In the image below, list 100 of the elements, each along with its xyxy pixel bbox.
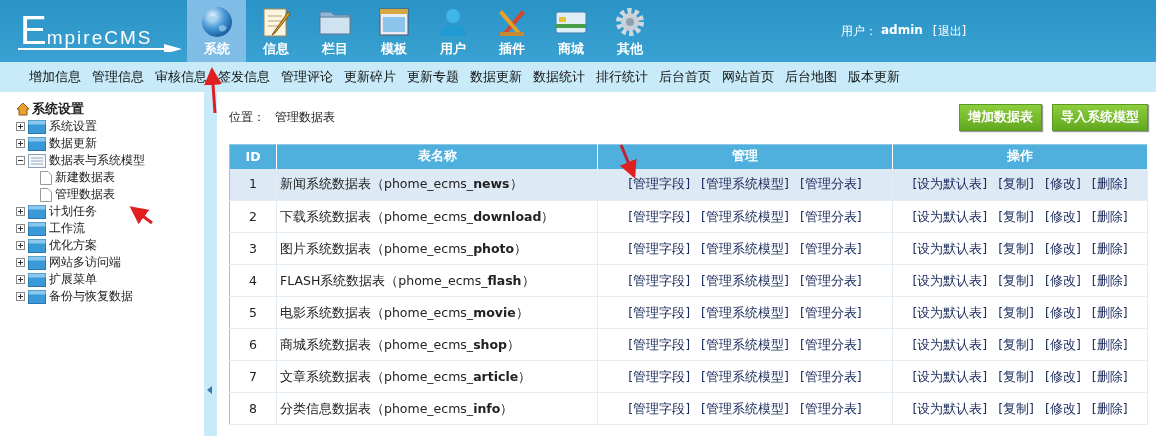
action-link[interactable]: [复制] <box>998 272 1034 289</box>
manage-link[interactable]: [管理字段] <box>628 176 691 193</box>
expand-icon[interactable] <box>16 275 25 284</box>
expand-icon[interactable] <box>16 139 25 148</box>
action-link[interactable]: [复制] <box>998 208 1034 225</box>
menu-link[interactable]: 后台地图 <box>785 68 845 86</box>
expand-icon[interactable] <box>16 258 25 267</box>
menu-link[interactable]: 数据更新 <box>470 68 530 86</box>
manage-link[interactable]: [管理字段] <box>628 272 691 289</box>
action-link[interactable]: [删除] <box>1091 304 1128 321</box>
action-link[interactable]: [复制] <box>998 176 1034 193</box>
table-row[interactable]: 6 商城系统数据表（phome_ecms_shop） [管理字段] [管理系统模型] [管理分表] [设为默认表] [复制] [修改] [删除] <box>229 328 1148 361</box>
table-row[interactable]: 2 下载系统数据表（phome_ecms_download） [管理字段] [管理系统模型] [管理分表] [设为默认表] [复制] [修改] [删除] <box>229 200 1148 233</box>
action-link[interactable]: [修改] <box>1045 368 1081 385</box>
table-row[interactable]: 8 分类信息数据表（phome_ecms_info） [管理字段] [管理系统模型] [管理分表] [设为默认表] [复制] [修改] [删除] <box>229 392 1148 425</box>
action-link[interactable]: [设为默认表] <box>912 368 988 385</box>
manage-link[interactable]: [管理分表] <box>799 272 862 289</box>
tree-item[interactable]: 数据更新 <box>49 135 97 152</box>
action-link[interactable]: [删除] <box>1091 240 1128 257</box>
manage-link[interactable]: [管理系统模型] <box>701 304 789 321</box>
action-link[interactable]: [删除] <box>1091 272 1128 289</box>
menu-link[interactable]: 数据统计 <box>533 68 593 86</box>
action-link[interactable]: [设为默认表] <box>912 272 988 289</box>
action-link[interactable]: [修改] <box>1045 176 1081 193</box>
action-link[interactable]: [设为默认表] <box>912 208 988 225</box>
action-link[interactable]: [设为默认表] <box>912 304 988 321</box>
manage-link[interactable]: [管理字段] <box>628 336 691 353</box>
expand-icon[interactable] <box>16 241 25 250</box>
manage-link[interactable]: [管理系统模型] <box>701 336 789 353</box>
menu-link[interactable]: 增加信息 <box>29 68 89 86</box>
collapse-arrow-icon[interactable] <box>207 386 214 394</box>
manage-link[interactable]: [管理分表] <box>799 368 862 385</box>
action-link[interactable]: [删除] <box>1091 176 1128 193</box>
manage-link[interactable]: [管理分表] <box>799 400 862 417</box>
tree-item[interactable]: 优化方案 <box>49 237 97 254</box>
menu-link[interactable]: 版本更新 <box>848 68 908 86</box>
action-link[interactable]: [删除] <box>1091 400 1128 417</box>
manage-link[interactable]: [管理系统模型] <box>701 240 789 257</box>
manage-link[interactable]: [管理分表] <box>799 240 862 257</box>
manage-link[interactable]: [管理字段] <box>628 240 691 257</box>
menu-link[interactable]: 审核信息 <box>155 68 215 86</box>
manage-link[interactable]: [管理分表] <box>799 336 862 353</box>
manage-link[interactable]: [管理字段] <box>628 304 691 321</box>
action-link[interactable]: [修改] <box>1045 208 1081 225</box>
action-link[interactable]: [设为默认表] <box>912 336 988 353</box>
action-link[interactable]: [复制] <box>998 304 1034 321</box>
manage-link[interactable]: [管理系统模型] <box>701 208 789 225</box>
action-link[interactable]: [设为默认表] <box>912 240 988 257</box>
action-link[interactable]: [删除] <box>1091 368 1128 385</box>
tree-item[interactable]: 网站多访问端 <box>49 254 121 271</box>
action-link[interactable]: [复制] <box>998 368 1034 385</box>
action-link[interactable]: [修改] <box>1045 336 1081 353</box>
expand-icon[interactable] <box>16 224 25 233</box>
menu-link[interactable]: 更新专题 <box>407 68 467 86</box>
expand-icon[interactable] <box>16 292 25 301</box>
menu-link[interactable]: 后台首页 <box>659 68 719 86</box>
manage-link[interactable]: [管理分表] <box>799 208 862 225</box>
manage-link[interactable]: [管理字段] <box>628 208 691 225</box>
tree-item[interactable]: 扩展菜单 <box>49 271 97 288</box>
tree-item[interactable]: 工作流 <box>49 220 85 237</box>
action-link[interactable]: [修改] <box>1045 272 1081 289</box>
table-row[interactable]: 3 图片系统数据表（phome_ecms_photo） [管理字段] [管理系统模型] [管理分表] [设为默认表] [复制] [修改] [删除] <box>229 232 1148 265</box>
tree-item[interactable]: 管理数据表 <box>55 186 115 203</box>
manage-link[interactable]: [管理字段] <box>628 400 691 417</box>
manage-link[interactable]: [管理分表] <box>799 304 862 321</box>
tree-root[interactable]: 系统设置 <box>32 100 84 118</box>
menu-link[interactable]: 管理信息 <box>92 68 152 86</box>
tree-item[interactable]: 备份与恢复数据 <box>49 288 133 305</box>
table-row[interactable]: 1 新闻系统数据表（phome_ecms_news） [管理字段] [管理系统模型] [管理分表] [设为默认表] [复制] [修改] [删除] <box>229 168 1148 201</box>
manage-link[interactable]: [管理系统模型] <box>701 400 789 417</box>
tree-item[interactable]: 系统设置 <box>49 118 97 135</box>
menu-link[interactable]: 管理评论 <box>281 68 341 86</box>
tree-item[interactable]: 新建数据表 <box>55 169 115 186</box>
action-link[interactable]: [设为默认表] <box>912 176 988 193</box>
menu-link[interactable]: 签发信息 <box>218 68 278 86</box>
action-link[interactable]: [复制] <box>998 336 1034 353</box>
action-link[interactable]: [修改] <box>1045 304 1081 321</box>
table-row[interactable]: 7 文章系统数据表（phome_ecms_article） [管理字段] [管理系统模型] [管理分表] [设为默认表] [复制] [修改] [删除] <box>229 360 1148 393</box>
tree-item[interactable]: 计划任务 <box>49 203 97 220</box>
menu-link[interactable]: 排行统计 <box>596 68 656 86</box>
manage-link[interactable]: [管理系统模型] <box>701 176 789 193</box>
action-link[interactable]: [删除] <box>1091 336 1128 353</box>
action-link[interactable]: [删除] <box>1091 208 1128 225</box>
expand-icon[interactable] <box>16 122 25 131</box>
action-link[interactable]: [设为默认表] <box>912 400 988 417</box>
tree-item[interactable]: 数据表与系统模型 <box>49 152 145 169</box>
action-link[interactable]: [复制] <box>998 240 1034 257</box>
menu-link[interactable]: 网站首页 <box>722 68 782 86</box>
collapse-icon[interactable] <box>16 156 25 165</box>
expand-icon[interactable] <box>16 207 25 216</box>
manage-link[interactable]: [管理分表] <box>799 176 862 193</box>
menu-link[interactable]: 更新碎片 <box>344 68 404 86</box>
manage-link[interactable]: [管理系统模型] <box>701 368 789 385</box>
action-link[interactable]: [修改] <box>1045 240 1081 257</box>
action-link[interactable]: [修改] <box>1045 400 1081 417</box>
manage-link[interactable]: [管理字段] <box>628 368 691 385</box>
table-row[interactable]: 5 电影系统数据表（phome_ecms_movie） [管理字段] [管理系统模型] [管理分表] [设为默认表] [复制] [修改] [删除] <box>229 296 1148 329</box>
table-row[interactable]: 4 FLASH系统数据表（phome_ecms_flash） [管理字段] [管理系统模型] [管理分表] [设为默认表] [复制] [修改] [删除] <box>229 264 1148 297</box>
action-link[interactable]: [复制] <box>998 400 1034 417</box>
manage-link[interactable]: [管理系统模型] <box>701 272 789 289</box>
